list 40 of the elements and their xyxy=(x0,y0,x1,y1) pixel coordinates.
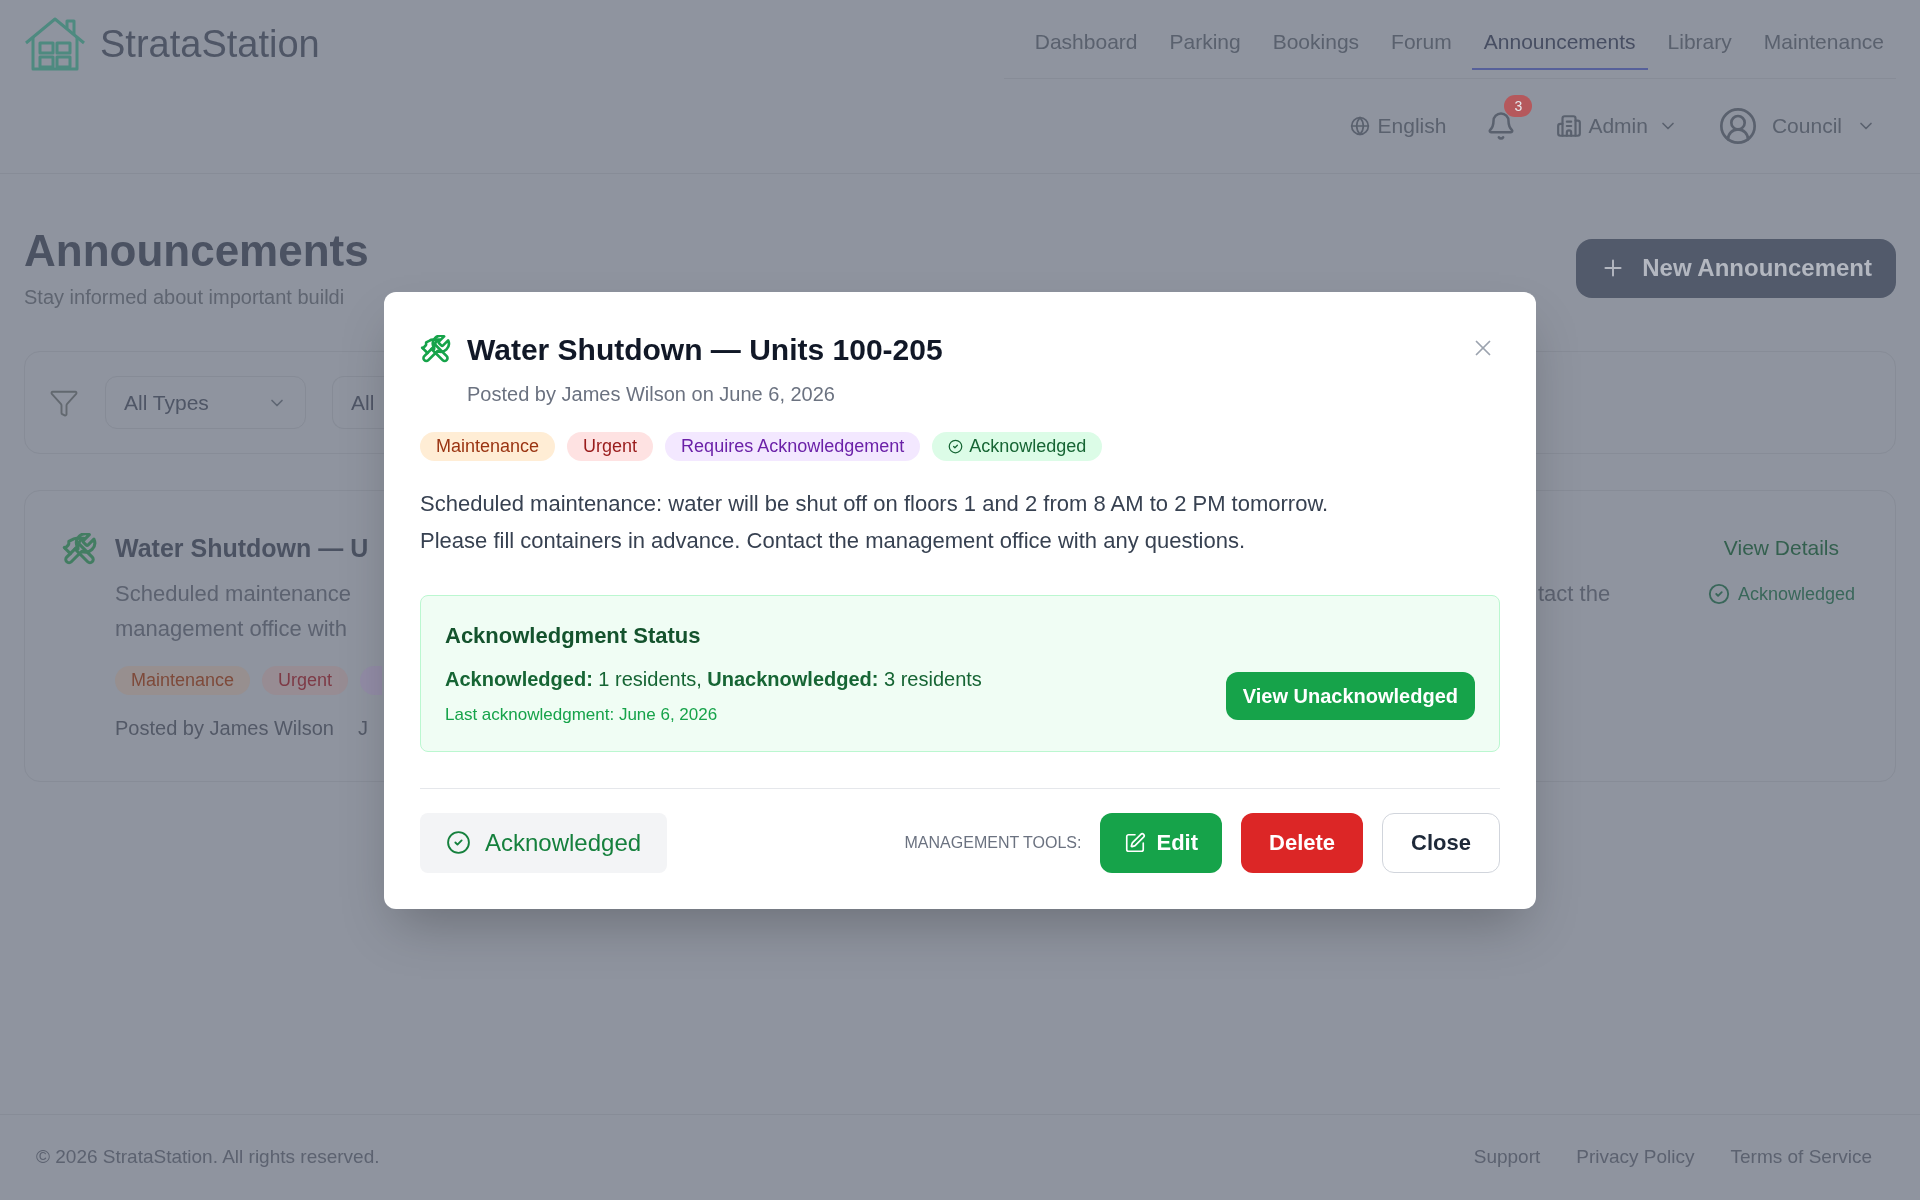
requirement-tag xyxy=(360,666,383,695)
announcement-title[interactable]: Water Shutdown — U xyxy=(115,531,383,565)
requirement-tag: Requires Acknowledgement xyxy=(665,431,921,461)
priority-tag: Urgent xyxy=(567,431,654,461)
notification-count: 3 xyxy=(1504,95,1533,117)
type-select[interactable]: All Types xyxy=(105,376,306,429)
tools-icon xyxy=(420,334,451,363)
user-avatar-icon xyxy=(1717,106,1758,146)
view-details-link[interactable]: View Details xyxy=(1723,531,1840,565)
announcement-body: Scheduled maintenance: water will be shut off on floors 1 and 2 from 8 AM to 2 PM tomorrow. Please fill containers in advance. Contact the management office with any questions. xyxy=(420,489,1330,555)
edit-icon xyxy=(1124,831,1147,854)
last-acknowledgment-text: Last acknowledgment: June 6, 2026 xyxy=(445,703,719,726)
building-icon xyxy=(1556,113,1583,139)
acknowledgment-summary: Acknowledged: 1 residents, Unacknowledged: 3 residents xyxy=(445,666,982,692)
tools-icon xyxy=(61,533,98,565)
category-tag: Maintenance xyxy=(115,666,251,695)
view-unacknowledged-button[interactable]: View Unacknowledged xyxy=(1225,671,1475,720)
date-text: J xyxy=(358,716,368,741)
acknowledged-status: Acknowledged xyxy=(1707,581,1855,607)
posted-by-text: Posted by James Wilson on June 6, 2026 xyxy=(467,381,836,407)
delete-button[interactable]: Delete xyxy=(1241,812,1364,873)
nav-link[interactable]: Announcements xyxy=(1471,16,1648,70)
panel-heading: Acknowledgment Status xyxy=(445,621,702,650)
house-logo-icon[interactable] xyxy=(24,17,86,71)
check-circle-icon xyxy=(948,438,964,454)
new-announcement-button[interactable]: New Announcement xyxy=(1576,238,1896,298)
priority-tag: Urgent xyxy=(262,666,349,695)
close-button[interactable]: Close xyxy=(1382,812,1500,873)
edit-button[interactable]: Edit xyxy=(1100,812,1223,873)
brand-name[interactable]: StrataStation xyxy=(100,22,320,66)
acknowledged-status: Acknowledged xyxy=(420,812,668,873)
dialog-title: Water Shutdown — Units 100-205 xyxy=(467,331,943,368)
page-title: Announcements xyxy=(24,225,369,277)
status-tag: Acknowledged xyxy=(932,431,1103,461)
management-tools-label: MANAGEMENT TOOLS: xyxy=(904,832,1082,853)
check-circle-icon xyxy=(1707,583,1730,605)
posted-by-text: Posted by James Wilson xyxy=(115,716,334,741)
check-circle-icon xyxy=(446,830,471,855)
globe-icon xyxy=(1349,116,1370,136)
category-tag: Maintenance xyxy=(420,431,556,461)
